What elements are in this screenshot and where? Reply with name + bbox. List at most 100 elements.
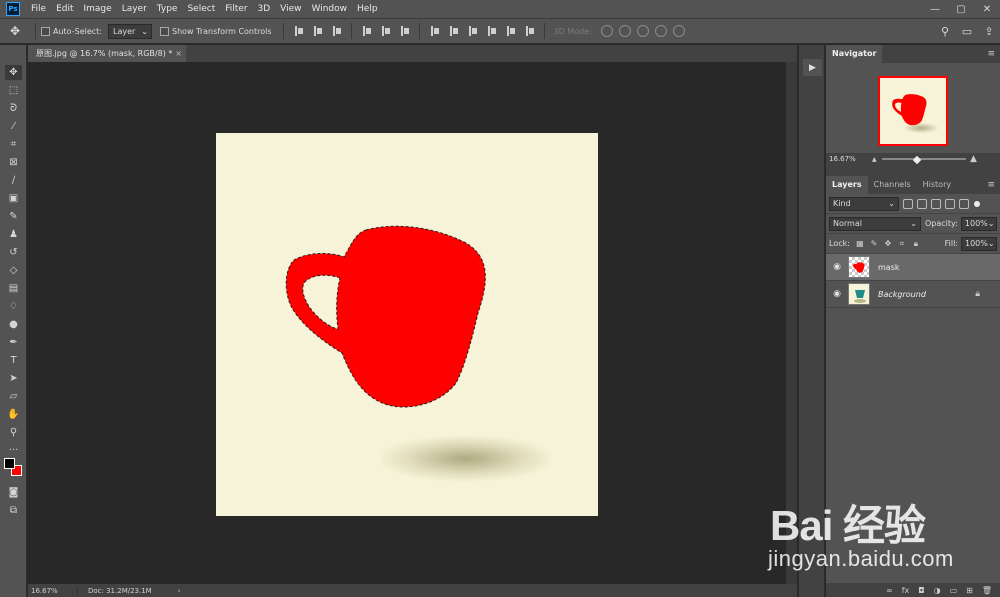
pan-3d-icon[interactable]: [636, 25, 649, 37]
zoom-in-icon[interactable]: ▲: [970, 154, 977, 164]
visibility-eye-icon[interactable]: ◉: [826, 289, 848, 299]
blur-icon[interactable]: ♢: [5, 299, 22, 314]
align-hcenter-icon[interactable]: [380, 25, 391, 37]
blend-mode-dropdown[interactable]: Normal ⌄: [829, 216, 921, 231]
show-transform-checkbox[interactable]: Show Transform Controls: [159, 26, 272, 36]
opacity-input[interactable]: 100% ⌄: [960, 216, 997, 231]
visibility-eye-icon[interactable]: ◉: [826, 262, 848, 272]
orbit-3d-icon[interactable]: [600, 25, 613, 37]
zoom-icon[interactable]: ⚲: [5, 425, 22, 440]
filter-smart-icon[interactable]: [959, 198, 969, 209]
fx-icon[interactable]: fx: [902, 586, 910, 595]
link-icon[interactable]: ∞: [886, 586, 893, 595]
minimize-button[interactable]: —: [922, 4, 948, 15]
align-left-icon[interactable]: [361, 25, 372, 37]
play-icon[interactable]: ▶: [803, 59, 822, 76]
filter-pixel-icon[interactable]: [903, 198, 913, 209]
menu-type[interactable]: Type: [152, 0, 183, 18]
search-icon[interactable]: ⚲: [934, 25, 956, 38]
menu-view[interactable]: View: [275, 0, 306, 18]
filter-type-icon[interactable]: [931, 198, 941, 209]
lock-position-icon[interactable]: ✥: [883, 239, 893, 249]
lock-image-icon[interactable]: ✎: [869, 239, 879, 249]
brush-icon[interactable]: ✎: [5, 209, 22, 224]
fill-input[interactable]: 100% ⌄: [961, 236, 997, 251]
zoom-out-icon[interactable]: ▲: [872, 156, 877, 163]
menu-help[interactable]: Help: [352, 0, 383, 18]
filter-toggle-icon[interactable]: [974, 200, 980, 207]
dodge-icon[interactable]: ●: [5, 317, 22, 332]
healing-icon[interactable]: ▣: [5, 191, 22, 206]
tab-history[interactable]: History: [917, 176, 957, 194]
menu-select[interactable]: Select: [182, 0, 220, 18]
lasso-icon[interactable]: ᘐ: [5, 101, 22, 116]
trash-icon[interactable]: 🗑︎: [982, 586, 992, 595]
more-icon[interactable]: ···: [5, 443, 22, 458]
hand-icon[interactable]: ✋: [5, 407, 22, 422]
history-brush-icon[interactable]: ↺: [5, 245, 22, 260]
tab-navigator[interactable]: Navigator: [826, 45, 883, 63]
new-layer-icon[interactable]: ⊞: [966, 586, 973, 595]
distribute-left-icon[interactable]: [486, 25, 497, 37]
auto-select-dropdown[interactable]: Layer ⌄: [107, 23, 152, 39]
status-zoom[interactable]: 16.67%: [28, 586, 78, 595]
quick-mask-icon[interactable]: ◙: [5, 485, 22, 500]
pen-icon[interactable]: ✒: [5, 335, 22, 350]
crop-icon[interactable]: ⌗: [5, 137, 22, 152]
roll-3d-icon[interactable]: [618, 25, 631, 37]
panel-menu-icon[interactable]: ≡: [987, 45, 995, 63]
navigator-zoom[interactable]: 16.67%: [826, 155, 864, 163]
maximize-button[interactable]: ▢: [948, 4, 974, 15]
mask-icon[interactable]: ◘: [918, 586, 924, 595]
close-window-button[interactable]: ✕: [974, 4, 1000, 15]
slide-3d-icon[interactable]: [654, 25, 667, 37]
marquee-icon[interactable]: ⬚: [5, 83, 22, 98]
filter-shape-icon[interactable]: [945, 198, 955, 209]
layer-row-mask[interactable]: ◉ mask: [826, 254, 1000, 281]
share-icon[interactable]: ⇪: [978, 25, 1000, 38]
align-right-icon[interactable]: [399, 25, 410, 37]
foreground-color-swatch[interactable]: [4, 458, 15, 469]
scale-3d-icon[interactable]: [672, 25, 685, 37]
distribute-bottom-icon[interactable]: [467, 25, 478, 37]
distribute-right-icon[interactable]: [524, 25, 535, 37]
menu-edit[interactable]: Edit: [51, 0, 78, 18]
distribute-hcenter-icon[interactable]: [505, 25, 516, 37]
screen-mode-icon[interactable]: ⧉: [5, 503, 22, 518]
magic-wand-icon[interactable]: ⁄: [5, 119, 22, 134]
navigator-view[interactable]: [826, 63, 1000, 153]
menu-3d[interactable]: 3D: [253, 0, 276, 18]
lock-all-icon[interactable]: 🔒︎: [911, 239, 921, 249]
lock-transparent-icon[interactable]: ▦: [855, 239, 865, 249]
align-vcenter-icon[interactable]: [312, 25, 323, 37]
move-tool-preset-icon[interactable]: ✥: [0, 24, 30, 38]
distribute-vcenter-icon[interactable]: [448, 25, 459, 37]
menu-window[interactable]: Window: [307, 0, 353, 18]
tab-layers[interactable]: Layers: [826, 176, 868, 194]
align-bottom-icon[interactable]: [331, 25, 342, 37]
document-tab[interactable]: 原图.jpg @ 16.7% (mask, RGB/8) * ×: [28, 45, 186, 62]
menu-file[interactable]: File: [26, 0, 51, 18]
align-top-icon[interactable]: [293, 25, 304, 37]
folder-icon[interactable]: ▭: [950, 586, 958, 595]
panel-menu-icon[interactable]: ≡: [987, 176, 995, 194]
move-icon[interactable]: ✥: [5, 65, 22, 80]
type-icon[interactable]: T: [5, 353, 22, 368]
eyedropper-icon[interactable]: ∕: [5, 173, 22, 188]
stamp-icon[interactable]: ♟: [5, 227, 22, 242]
tab-channels[interactable]: Channels: [868, 176, 917, 194]
adjustment-icon[interactable]: ◑: [934, 586, 941, 595]
auto-select-checkbox[interactable]: Auto-Select:: [41, 26, 102, 36]
zoom-slider[interactable]: [882, 158, 966, 160]
shape-icon[interactable]: ▱: [5, 389, 22, 404]
eraser-icon[interactable]: ◇: [5, 263, 22, 278]
menu-filter[interactable]: Filter: [220, 0, 252, 18]
filter-adjustment-icon[interactable]: [917, 198, 927, 209]
distribute-top-icon[interactable]: [429, 25, 440, 37]
close-tab-button[interactable]: ×: [175, 45, 182, 62]
menu-layer[interactable]: Layer: [117, 0, 152, 18]
status-menu-arrow[interactable]: ›: [178, 587, 181, 595]
layer-row-background[interactable]: ◉ Background 🔒︎: [826, 281, 1000, 308]
path-select-icon[interactable]: ➤: [5, 371, 22, 386]
gradient-icon[interactable]: ▤: [5, 281, 22, 296]
